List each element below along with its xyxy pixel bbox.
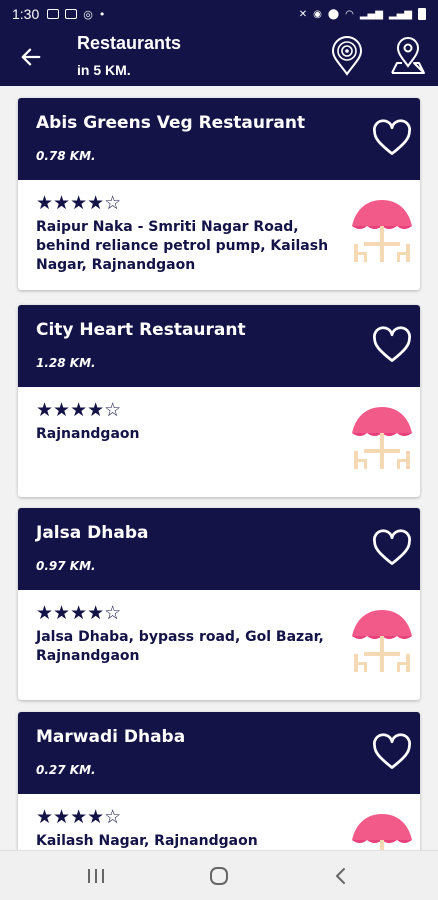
wifi-icon: ◠	[345, 8, 354, 20]
system-navigation-bar	[0, 850, 438, 900]
restaurant-table-umbrella-icon	[348, 198, 416, 266]
restaurant-table-umbrella-icon	[348, 405, 416, 473]
rating-stars: ★★★★☆	[36, 399, 122, 421]
restaurant-card[interactable]: Marwadi Dhaba 0.27 KM. ★★★★☆ Kailash Nag…	[18, 712, 420, 850]
favorite-button[interactable]	[370, 116, 414, 160]
battery-icon	[418, 8, 426, 20]
mute-icon: ✕	[298, 8, 308, 20]
chevron-left-icon	[336, 868, 345, 884]
heart-outline-icon	[373, 326, 411, 362]
page-subtitle: in 5 KM.	[77, 62, 131, 78]
recent-apps-button[interactable]	[83, 863, 109, 889]
mail-icon	[47, 9, 60, 19]
restaurant-card-header: Abis Greens Veg Restaurant 0.78 KM.	[18, 98, 420, 180]
rating-stars: ★★★★☆	[36, 806, 122, 828]
home-icon	[210, 867, 228, 885]
restaurant-name: Jalsa Dhaba	[36, 523, 149, 543]
app-bar: Restaurants in 5 KM.	[0, 28, 438, 86]
whatsapp-icon: ◎	[83, 7, 93, 21]
restaurant-card[interactable]: Jalsa Dhaba 0.97 KM. ★★★★☆ Jalsa Dhaba, …	[18, 508, 420, 700]
location-radar-icon	[331, 36, 363, 76]
favorite-button[interactable]	[370, 323, 414, 367]
heart-outline-icon	[373, 733, 411, 769]
status-time: 1:30	[12, 6, 40, 22]
home-button[interactable]	[206, 863, 232, 889]
restaurant-table-umbrella-icon	[348, 608, 416, 676]
system-icons: ✕ ◉ ⬤ ◠ ▂▄▆ ▂▄▆	[299, 8, 426, 20]
restaurant-address: Rajnandgaon	[36, 426, 140, 442]
restaurant-address: Jalsa Dhaba, bypass road, Gol Bazar, Raj…	[36, 629, 324, 664]
restaurant-card[interactable]: Abis Greens Veg Restaurant 0.78 KM. ★★★★…	[18, 98, 420, 290]
page-title: Restaurants	[77, 33, 182, 53]
heart-outline-icon	[373, 529, 411, 565]
restaurant-address: Raipur Naka - Smriti Nagar Road, behind …	[36, 219, 329, 273]
signal-2-icon: ▂▄▆	[388, 8, 412, 20]
rating-stars: ★★★★☆	[36, 192, 122, 214]
restaurant-distance: 0.78 KM.	[36, 149, 96, 163]
favorite-button[interactable]	[370, 526, 414, 570]
restaurant-card-header: Marwadi Dhaba 0.27 KM.	[18, 712, 420, 794]
map-pin-icon	[391, 37, 425, 74]
restaurant-distance: 0.27 KM.	[36, 763, 96, 777]
restaurant-distance: 1.28 KM.	[36, 356, 96, 370]
location-icon: ⬤	[327, 8, 340, 20]
restaurant-address: Kailash Nagar, Rajnandgaon	[36, 833, 258, 849]
gallery-icon	[65, 9, 78, 19]
restaurant-name: City Heart Restaurant	[36, 320, 246, 340]
signal-icon: ▂▄▆	[359, 8, 383, 20]
recent-apps-icon	[88, 869, 104, 883]
dot-icon: •	[98, 7, 106, 21]
favorite-button[interactable]	[370, 730, 414, 774]
arrow-left-icon	[21, 48, 41, 66]
restaurant-list[interactable]: Abis Greens Veg Restaurant 0.78 KM. ★★★★…	[0, 86, 438, 850]
restaurant-card-header: City Heart Restaurant 1.28 KM.	[18, 305, 420, 387]
rating-stars: ★★★★☆	[36, 602, 122, 624]
back-nav-button[interactable]	[328, 863, 354, 889]
status-bar: 1:30 ◎ • ✕ ◉ ⬤ ◠ ▂▄▆ ▂▄▆	[0, 0, 438, 28]
notification-icons: ◎ •	[47, 8, 105, 21]
map-button[interactable]	[388, 36, 428, 76]
restaurant-card[interactable]: City Heart Restaurant 1.28 KM. ★★★★☆ Raj…	[18, 305, 420, 497]
restaurant-name: Marwadi Dhaba	[36, 727, 186, 747]
restaurant-card-header: Jalsa Dhaba 0.97 KM.	[18, 508, 420, 590]
back-button[interactable]	[16, 42, 46, 72]
nearby-button[interactable]	[330, 36, 364, 76]
alarm-icon: ◉	[313, 8, 322, 20]
restaurant-name: Abis Greens Veg Restaurant	[36, 113, 306, 133]
heart-outline-icon	[373, 119, 411, 155]
restaurant-table-umbrella-icon	[348, 812, 416, 850]
restaurant-distance: 0.97 KM.	[36, 559, 96, 573]
